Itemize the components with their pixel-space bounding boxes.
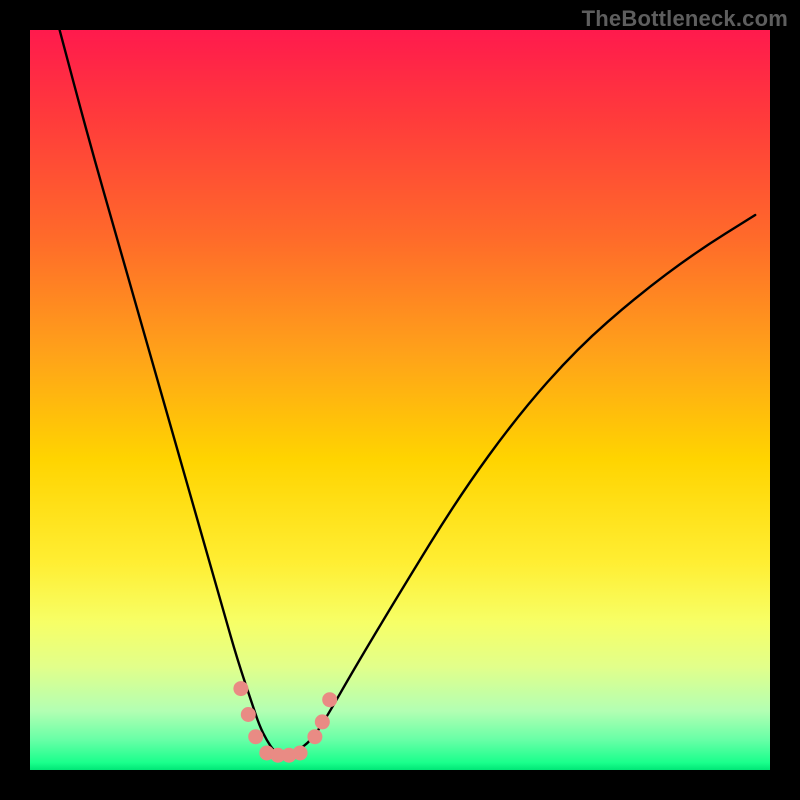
- highlight-dot: [322, 692, 337, 707]
- highlight-dot: [248, 729, 263, 744]
- bottleneck-curve: [60, 30, 756, 755]
- bottleneck-curve-path: [60, 30, 756, 755]
- curve-layer: [30, 30, 770, 770]
- highlight-dot: [315, 714, 330, 729]
- highlight-dot: [293, 745, 308, 760]
- highlight-dot: [307, 729, 322, 744]
- highlight-dot: [233, 681, 248, 696]
- plot-area: [30, 30, 770, 770]
- chart-frame: TheBottleneck.com: [0, 0, 800, 800]
- watermark-text: TheBottleneck.com: [582, 6, 788, 32]
- highlight-dot: [241, 707, 256, 722]
